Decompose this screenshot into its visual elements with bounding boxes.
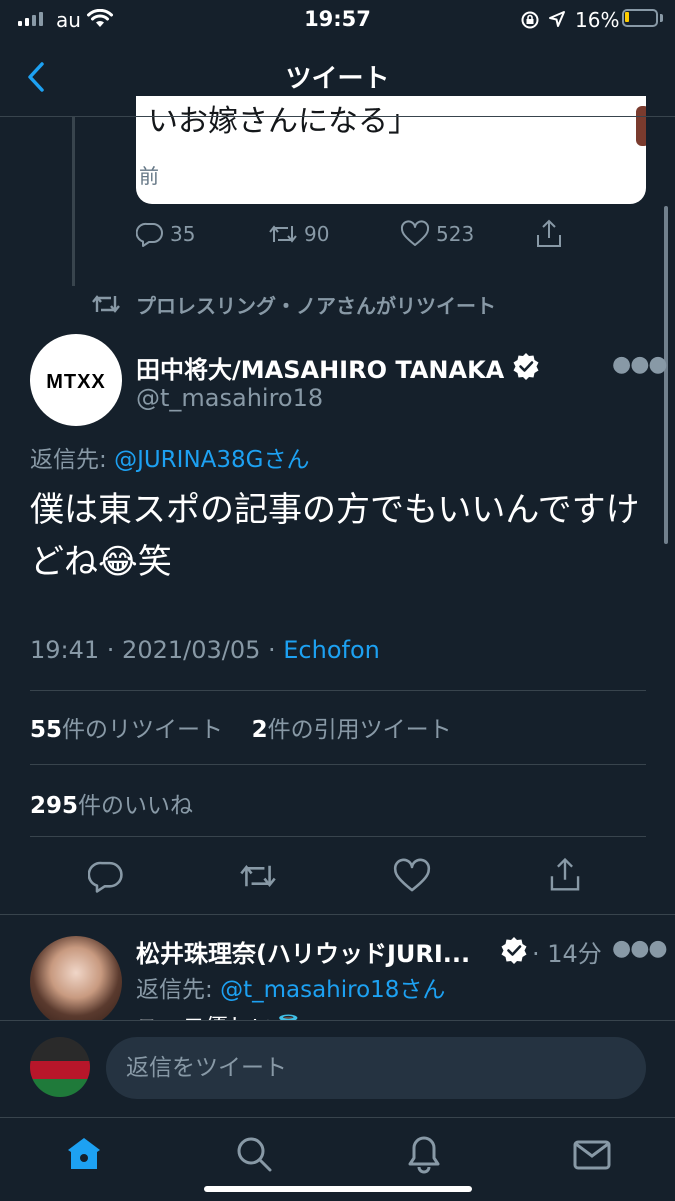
author-name[interactable]: 田中将大/MASAHIRO TANAKA: [136, 350, 504, 385]
heart-icon: [400, 220, 430, 246]
retweet-stat-count[interactable]: 55: [30, 717, 62, 743]
reply-action[interactable]: 35: [136, 220, 195, 248]
reply-compose-bar: [0, 1020, 675, 1117]
quote-stat-count[interactable]: 2: [252, 717, 268, 743]
avatar[interactable]: [30, 936, 122, 1028]
tweet-meta: 19:41 · 2021/03/05 · Echofon: [30, 636, 380, 664]
like-stat-label: 件のいいね: [78, 793, 194, 819]
battery-percent: 16%: [575, 8, 620, 32]
thread-connector-line: [72, 116, 75, 286]
like-stat-count: 295: [30, 793, 79, 819]
tweet-text: 僕は東スポの記事の方でもいいんですけどね😂笑: [30, 490, 640, 582]
more-options-icon[interactable]: ●●●: [612, 936, 668, 961]
reply-count: 35: [170, 222, 196, 246]
home-indicator: [204, 1186, 472, 1192]
avatar-logo-text: MTXX: [46, 371, 106, 393]
share-icon[interactable]: [546, 856, 584, 894]
reply-to-mention[interactable]: @JURINA38Gさん: [114, 447, 309, 473]
avatar[interactable]: MTXX: [30, 334, 122, 426]
tweet-action-bar: [30, 854, 646, 900]
link-card-subtitle: 前: [139, 164, 159, 188]
reply-to-prefix: 返信先:: [136, 977, 221, 1003]
heart-icon[interactable]: [392, 858, 432, 894]
retweeted-by-label[interactable]: プロレスリング・ノアさんがリツイート: [136, 290, 496, 319]
retweet-icon: [92, 295, 120, 313]
divider: [30, 836, 646, 837]
reply-to-line: 返信先: @JURINA38Gさん: [30, 440, 309, 474]
like-stats[interactable]: 295件のいいね: [30, 786, 193, 820]
link-card-thumbnail: [636, 106, 646, 146]
retweet-stat-label[interactable]: 件のリツイート: [62, 717, 223, 743]
search-icon[interactable]: [234, 1134, 274, 1174]
home-icon[interactable]: [64, 1134, 104, 1174]
share-icon[interactable]: [534, 218, 564, 250]
tweet-source[interactable]: Echofon: [283, 636, 380, 664]
location-icon: [549, 11, 565, 27]
verified-badge-icon: [501, 937, 527, 964]
retweet-icon: [269, 225, 297, 243]
reply-icon: [136, 222, 163, 247]
reply-to-line: 返信先: @t_masahiro18さん: [136, 970, 445, 1004]
divider: [30, 690, 646, 691]
header-divider: [0, 116, 675, 117]
reply-to-mention[interactable]: @t_masahiro18さん: [220, 977, 445, 1003]
battery-level: [625, 12, 629, 22]
clock: 19:57: [304, 7, 371, 31]
divider: [0, 914, 675, 915]
reply-to-prefix: 返信先:: [30, 447, 115, 473]
scrollbar[interactable]: [664, 206, 668, 544]
page-title: ツイート: [285, 64, 390, 94]
notifications-bell-icon[interactable]: [404, 1134, 444, 1174]
tweet-time: · 14分: [532, 940, 602, 968]
reply-icon[interactable]: [88, 858, 124, 894]
messages-mail-icon[interactable]: [572, 1134, 612, 1174]
link-card-title: いお嫁さんになる」: [148, 104, 418, 139]
author-name[interactable]: 松井珠理奈(ハリウッドJURI...: [136, 934, 470, 969]
more-options-icon[interactable]: ●●●: [612, 352, 668, 377]
author-handle: @t_masahiro18: [136, 384, 324, 412]
tweet-text: ユーモ優しい👼: [136, 1008, 303, 1020]
divider: [30, 764, 646, 765]
retweet-action[interactable]: 90: [268, 220, 329, 248]
orientation-lock-icon: [521, 11, 539, 29]
status-bar: au 19:57 16%: [0, 0, 675, 40]
my-avatar[interactable]: [30, 1037, 90, 1097]
like-action[interactable]: 523: [400, 220, 474, 248]
verified-badge-icon: [513, 353, 539, 380]
reply-input[interactable]: [106, 1037, 646, 1099]
retweet-count: 90: [304, 222, 330, 246]
retweet-stats: 55件のリツイート 2件の引用ツイート: [30, 710, 452, 744]
quote-stat-label[interactable]: 件の引用ツイート: [268, 717, 452, 743]
link-card[interactable]: いお嫁さんになる」 前: [136, 96, 646, 204]
retweet-icon[interactable]: [238, 858, 278, 894]
tweet-timestamp: 19:41 · 2021/03/05 ·: [30, 636, 284, 664]
battery-tip: [660, 14, 663, 22]
like-count: 523: [436, 222, 475, 246]
